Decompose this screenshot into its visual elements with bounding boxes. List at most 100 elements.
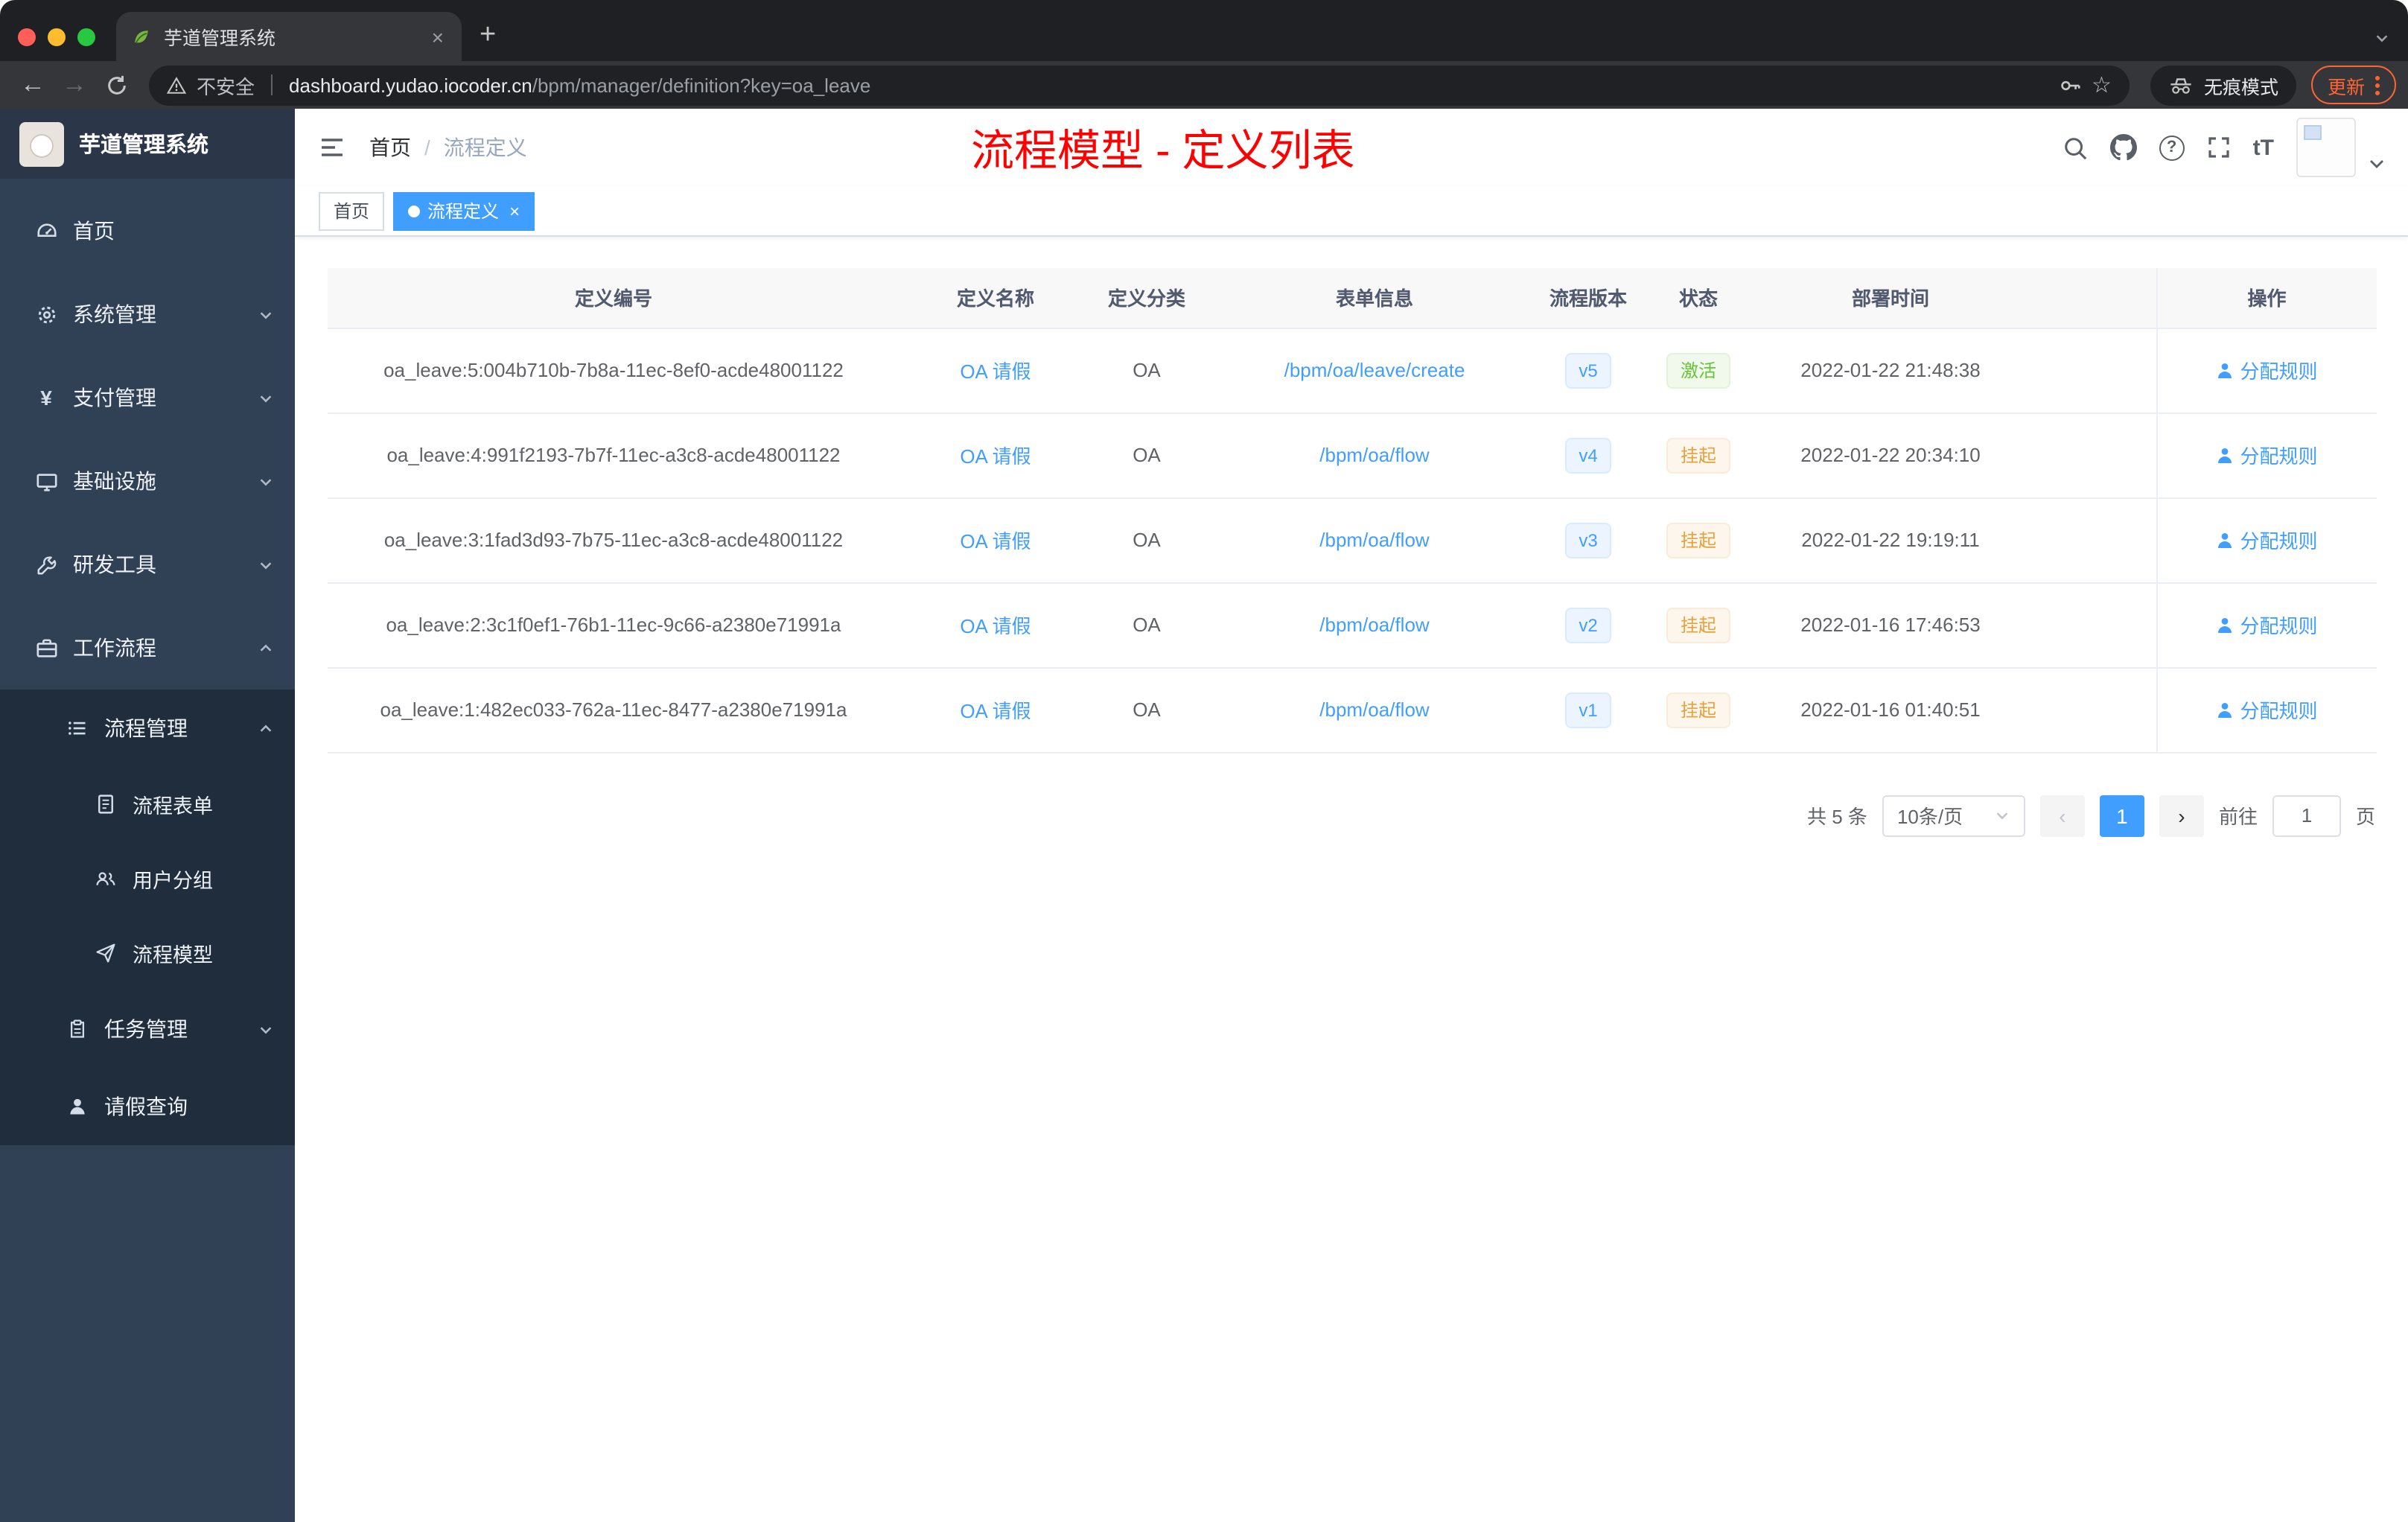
tags-view: 首页 流程定义 × <box>295 186 2408 237</box>
cell-deploy-time: 2022-01-22 19:19:11 <box>1768 497 2013 583</box>
cell-category: OA <box>1092 413 1202 498</box>
version-badge: v1 <box>1565 692 1611 727</box>
hamburger-icon[interactable] <box>319 136 345 159</box>
assign-rule-button[interactable]: 分配规则 <box>2216 526 2318 554</box>
security-warning-icon[interactable] <box>167 75 186 95</box>
cell-category: OA <box>1092 497 1202 583</box>
version-badge: v2 <box>1565 607 1611 643</box>
forward-icon[interactable]: → <box>54 64 95 106</box>
definition-name-link[interactable]: OA 请假 <box>960 615 1031 637</box>
col-process-version: 流程版本 <box>1547 268 1629 328</box>
window-controls <box>0 28 116 61</box>
definition-name-link[interactable]: OA 请假 <box>960 700 1031 722</box>
user-avatar[interactable] <box>2296 118 2356 177</box>
bookmark-star-icon[interactable]: ☆ <box>2092 71 2112 98</box>
sidebar-item-infrastructure[interactable]: 基础设施 <box>0 439 295 523</box>
screen: 芋道管理系统 × + ← → 不安全 dashboard.yudao.iocod… <box>0 0 2408 1522</box>
page-size-select[interactable]: 10条/页 <box>1882 795 2025 836</box>
fullscreen-icon[interactable] <box>2207 136 2231 159</box>
cell-category: OA <box>1092 582 1202 668</box>
window-minimize-button[interactable] <box>48 28 66 46</box>
incognito-label: 无痕模式 <box>2203 77 2278 98</box>
browser-tab[interactable]: 芋道管理系统 × <box>116 12 462 61</box>
table-header-row: 定义编号 定义名称 定义分类 表单信息 流程版本 状态 部署时间 操作 <box>328 268 2377 328</box>
status-badge: 挂起 <box>1666 522 1730 558</box>
tag-close-icon[interactable]: × <box>509 200 520 221</box>
sidebar-item-task-management[interactable]: 任务管理 <box>0 990 295 1068</box>
github-icon[interactable] <box>2109 134 2137 161</box>
assign-rule-button[interactable]: 分配规则 <box>2216 611 2318 639</box>
status-badge: 激活 <box>1666 352 1730 388</box>
col-definition-category: 定义分类 <box>1092 268 1202 328</box>
tag-home[interactable]: 首页 <box>319 191 385 230</box>
tag-label: 首页 <box>334 201 370 222</box>
breadcrumb-home[interactable]: 首页 <box>369 133 411 162</box>
goto-label: 前往 <box>2218 806 2258 828</box>
tab-favicon-icon <box>131 26 152 47</box>
task-icon <box>61 1019 94 1039</box>
search-icon[interactable] <box>2063 135 2088 160</box>
cell-definition-id: oa_leave:5:004b710b-7b8a-11ec-8ef0-acde4… <box>328 328 899 413</box>
table-row: oa_leave:2:3c1f0ef1-76b1-11ec-9c66-a2380… <box>328 582 2377 668</box>
col-actions: 操作 <box>2156 268 2377 328</box>
password-key-icon[interactable] <box>2059 74 2081 96</box>
definition-name-link[interactable]: OA 请假 <box>960 530 1031 553</box>
user-icon <box>2218 702 2232 717</box>
chevron-down-icon <box>258 389 274 406</box>
reload-icon[interactable] <box>95 64 137 106</box>
sidebar-item-label: 流程模型 <box>133 944 213 967</box>
assign-rule-button[interactable]: 分配规则 <box>2216 441 2318 469</box>
assign-rule-button[interactable]: 分配规则 <box>2216 356 2318 384</box>
goto-page-input[interactable] <box>2272 795 2341 836</box>
sidebar-item-user-group[interactable]: 用户分组 <box>0 841 295 916</box>
url-text[interactable]: dashboard.yudao.iocoder.cn/bpm/manager/d… <box>289 74 2048 96</box>
tag-process-definition[interactable]: 流程定义 × <box>393 191 535 230</box>
tag-active-dot <box>408 205 421 217</box>
sidebar-item-system[interactable]: 系统管理 <box>0 273 295 356</box>
sidebar-item-payment[interactable]: ¥ 支付管理 <box>0 356 295 439</box>
form-link[interactable]: /bpm/oa/flow <box>1319 698 1429 721</box>
window-zoom-button[interactable] <box>77 28 95 46</box>
font-size-icon[interactable]: tT <box>2253 135 2274 160</box>
assign-rule-button[interactable]: 分配规则 <box>2216 695 2318 724</box>
sidebar-item-process-form[interactable]: 流程表单 <box>0 767 295 841</box>
back-icon[interactable]: ← <box>12 64 54 106</box>
help-icon[interactable]: ? <box>2159 135 2185 160</box>
sidebar-item-process-management[interactable]: 流程管理 <box>0 690 295 767</box>
sidebar-logo[interactable]: 芋道管理系统 <box>0 109 295 179</box>
browser-update-button[interactable]: 更新 <box>2310 66 2396 104</box>
chevron-down-icon <box>1994 807 2010 824</box>
workflow-submenu: 流程管理 流程表单 用户分组 流程模型 任务管理 请假查询 <box>0 690 295 1145</box>
tab-search-chevron-icon[interactable] <box>2374 30 2390 46</box>
cell-spacer <box>2013 582 2156 668</box>
status-badge: 挂起 <box>1666 607 1730 643</box>
form-link[interactable]: /bpm/oa/leave/create <box>1284 359 1465 381</box>
sidebar-item-workflow[interactable]: 工作流程 <box>0 606 295 690</box>
cell-definition-id: oa_leave:2:3c1f0ef1-76b1-11ec-9c66-a2380… <box>328 582 899 668</box>
definition-name-link[interactable]: OA 请假 <box>960 360 1031 383</box>
sidebar-item-devtools[interactable]: 研发工具 <box>0 523 295 606</box>
tab-close-icon[interactable]: × <box>429 25 447 48</box>
form-link[interactable]: /bpm/oa/flow <box>1319 529 1429 551</box>
form-link[interactable]: /bpm/oa/flow <box>1319 444 1429 466</box>
form-icon <box>89 794 122 815</box>
browser-menu-icon[interactable] <box>2375 75 2380 95</box>
chevron-up-icon <box>258 640 274 656</box>
window-close-button[interactable] <box>18 28 36 46</box>
new-tab-button[interactable]: + <box>462 19 514 61</box>
version-badge: v4 <box>1565 437 1611 473</box>
address-bar[interactable]: 不安全 dashboard.yudao.iocoder.cn/bpm/manag… <box>149 65 2130 105</box>
security-label[interactable]: 不安全 <box>197 71 255 99</box>
sidebar-item-leave-query[interactable]: 请假查询 <box>0 1068 295 1145</box>
sidebar-menu: 首页 系统管理 ¥ 支付管理 基础设施 研发工具 工作流程 流程管理 流程表单 … <box>0 179 295 1145</box>
prev-page-button[interactable]: ‹ <box>2039 795 2085 836</box>
next-page-button[interactable]: › <box>2159 795 2204 836</box>
page-number-1[interactable]: 1 <box>2099 795 2144 836</box>
yen-icon: ¥ <box>40 386 52 410</box>
avatar-caret-icon[interactable] <box>2369 159 2384 168</box>
sidebar-item-home[interactable]: 首页 <box>0 189 295 273</box>
definition-name-link[interactable]: OA 请假 <box>960 445 1031 468</box>
form-link[interactable]: /bpm/oa/flow <box>1319 614 1429 636</box>
sidebar-item-process-model[interactable]: 流程模型 <box>0 916 295 990</box>
url-host: dashboard.yudao.iocoder.cn <box>289 74 532 96</box>
